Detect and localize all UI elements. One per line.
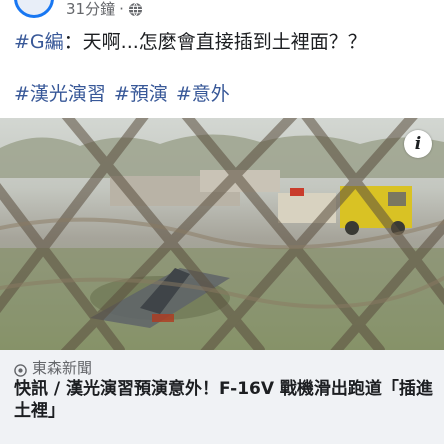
hashtag-accident[interactable]: #意外 (176, 83, 230, 105)
globe-icon[interactable] (128, 2, 143, 17)
link-title[interactable]: 快訊 / 漢光演習預演意外！F-16V 戰機滑出跑道「插進土裡」 (14, 378, 434, 422)
hashtag-han-kuang[interactable]: #漢光演習 (14, 83, 106, 105)
info-button[interactable]: i (404, 130, 432, 158)
news-photo[interactable]: i (0, 118, 444, 350)
hashtag-rehearsal[interactable]: #預演 (114, 83, 168, 105)
post-text: #G編：天啊...怎麼會直接插到土裡面？？ (14, 30, 367, 54)
accident-scene-photo (0, 118, 444, 350)
link-preview-card[interactable]: 東森新聞 快訊 / 漢光演習預演意外！F-16V 戰機滑出跑道「插進土裡」 (0, 350, 444, 444)
location-pin-icon (14, 362, 27, 377)
link-source-name: 東森新聞 (32, 359, 93, 377)
post-hashtags: #漢光演習 #預演 #意外 (14, 82, 238, 106)
post-body-text: ：天啊...怎麼會直接插到土裡面？？ (63, 31, 367, 53)
post-meta: 31分鐘 · (66, 0, 143, 18)
post-timestamp[interactable]: 31分鐘 (66, 0, 115, 18)
hashtag-g-editor[interactable]: #G編 (14, 31, 64, 53)
avatar[interactable] (14, 0, 54, 18)
meta-separator: · (119, 0, 124, 18)
link-source: 東森新聞 (14, 358, 92, 378)
post-header: 31分鐘 · (0, 0, 444, 22)
